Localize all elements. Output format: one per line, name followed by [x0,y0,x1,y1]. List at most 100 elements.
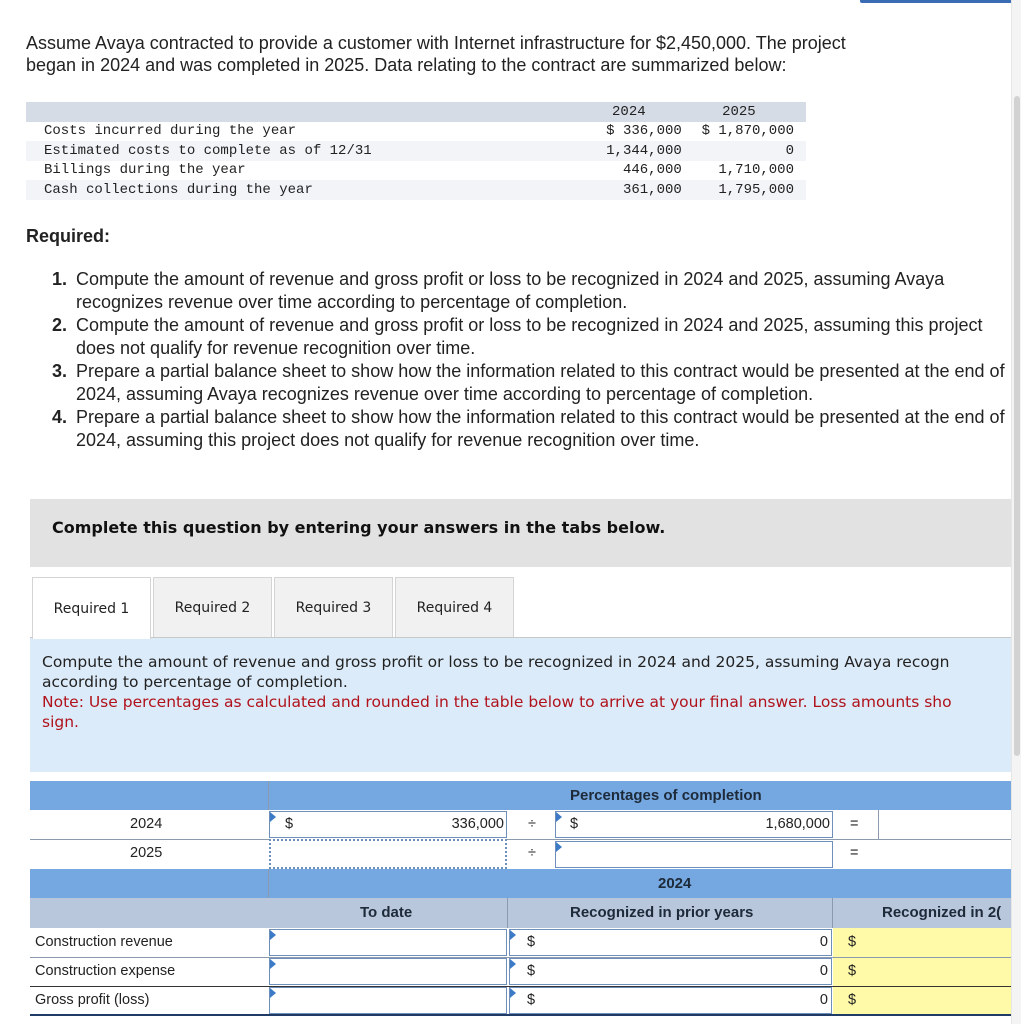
percent-result-2025[interactable] [880,841,1011,868]
total-cost-value: 1,680,000 [765,816,830,832]
item-text: Prepare a partial balance sheet to show … [76,407,1005,450]
gross-profit-to-date-input[interactable] [269,987,507,1014]
value-2025: 0 [785,142,794,159]
input-marker-icon [510,959,516,969]
currency-symbol: $ [848,934,857,950]
currency-symbol: $ [848,963,857,979]
recognition-year-header-row [30,869,1011,898]
header-2025: 2025 [722,103,756,120]
divide-icon: ÷ [528,845,536,861]
scrollbar[interactable] [1011,0,1021,1024]
intro-line-2: began in 2024 and was completed in 2025.… [26,55,787,75]
column-divider [832,898,833,928]
intro-line-1: Assume Avaya contracted to provide a cus… [26,33,846,53]
top-accent-bar [860,0,1021,3]
input-marker-icon [556,812,562,822]
input-marker-icon [556,842,562,852]
year-header: 2024 [658,875,692,892]
cost-to-date-input-2025[interactable] [269,839,507,869]
gross-profit-prior-input[interactable] [509,987,832,1014]
percent-row-2024 [30,810,1011,839]
cost-to-date-value: 336,000 [451,816,504,832]
answer-grid: Percentages of completion 2024 $ 336,000… [30,781,1011,1016]
value-2024: 361,000 [622,181,682,198]
revenue-prior-input[interactable] [509,929,832,956]
expense-prior-input[interactable] [509,958,832,985]
table-row: Cash collections during the year 361,000… [26,180,806,200]
tab-required-1[interactable]: Required 1 [32,577,151,639]
divide-icon: ÷ [528,816,536,832]
problem-intro: Assume Avaya contracted to provide a cus… [26,32,976,76]
required-item: 1. Compute the amount of revenue and gros… [52,268,1007,314]
currency-symbol: $ [527,934,536,950]
required-heading: Required: [26,226,111,246]
table-row: Estimated costs to complete as of 12/31 … [26,141,806,161]
currency-symbol: $ [848,992,857,1008]
required-item: 2. Compute the amount of revenue and gros… [52,314,1007,360]
column-header-to-date: To date [360,904,413,921]
header-2024: 2024 [612,103,646,120]
gross-profit-prior-value: 0 [819,992,828,1008]
percent-header-row [30,781,1011,810]
gross-profit-current-value [870,987,1011,1014]
item-number: 3. [52,361,68,381]
item-text: Compute the amount of revenue and gross … [76,269,945,312]
currency-symbol: $ [570,816,579,832]
expense-prior-value: 0 [819,963,828,979]
input-marker-icon [270,812,276,822]
input-marker-icon [510,988,516,998]
total-cost-input-2025[interactable] [555,841,833,868]
tab-bar: Required 1 Required 2 Required 3 Require… [32,577,516,639]
equals-icon: = [850,816,859,832]
percent-result-2024[interactable] [880,811,1011,838]
item-number: 1. [52,269,68,289]
prompt-line-2: according to percentage of completion. [42,673,348,691]
total-underline [30,1014,1011,1016]
column-header-prior-years: Recognized in prior years [570,904,754,921]
tab-required-4[interactable]: Required 4 [395,577,514,638]
row-label: Cash collections during the year [44,181,313,198]
value-2024: $ 336,000 [606,123,682,140]
contract-data-table: 2024 2025 Costs incurred during the year… [26,102,806,200]
expense-current-value [870,958,1011,985]
row-label: Costs incurred during the year [44,123,297,140]
recognition-column-header-row [30,898,1011,928]
input-marker-icon [510,930,516,940]
instructions-text: Complete this question by entering your … [52,518,666,537]
table-header-row: 2024 2025 [26,102,806,122]
question-panel: Compute the amount of revenue and gross … [30,638,1011,772]
tab-required-2[interactable]: Required 2 [153,577,272,638]
note-line-2: sign. [42,713,79,731]
required-list: 1. Compute the amount of revenue and gros… [52,268,1007,452]
item-number: 2. [52,315,68,335]
percent-row-2025 [30,840,1011,869]
value-2025: 1,710,000 [718,162,794,179]
header-label [26,102,576,122]
year-label: 2024 [130,816,163,832]
value-2024: 446,000 [622,162,682,179]
tab-required-3[interactable]: Required 3 [274,577,393,638]
year-label: 2025 [130,845,163,861]
required-item: 4. Prepare a partial balance sheet to sho… [52,406,1007,452]
input-marker-icon [270,988,276,998]
item-text: Compute the amount of revenue and gross … [76,315,983,358]
prompt-line-1: Compute the amount of revenue and gross … [42,653,950,671]
revenue-to-date-input[interactable] [269,929,507,956]
table-row: Costs incurred during the year $ 336,000… [26,121,806,141]
row-label-gross-profit: Gross profit (loss) [35,992,150,1008]
expense-to-date-input[interactable] [269,958,507,985]
value-2025: 1,795,000 [718,181,794,198]
value-2025: $ 1,870,000 [701,123,794,140]
row-label-revenue: Construction revenue [35,934,173,950]
row-label: Billings during the year [44,162,246,179]
input-marker-icon [270,930,276,940]
column-header-current-year: Recognized in 2( [882,904,1002,921]
equals-icon: = [850,845,859,861]
note-line-1: Note: Use percentages as calculated and … [42,693,952,711]
revenue-current-value [870,929,1011,956]
value-2024: 1,344,000 [606,142,682,159]
required-item: 3. Prepare a partial balance sheet to sho… [52,360,1007,406]
input-marker-icon [270,959,276,969]
panel-text: Compute the amount of revenue and gross … [42,652,1021,732]
percent-header: Percentages of completion [570,787,762,804]
